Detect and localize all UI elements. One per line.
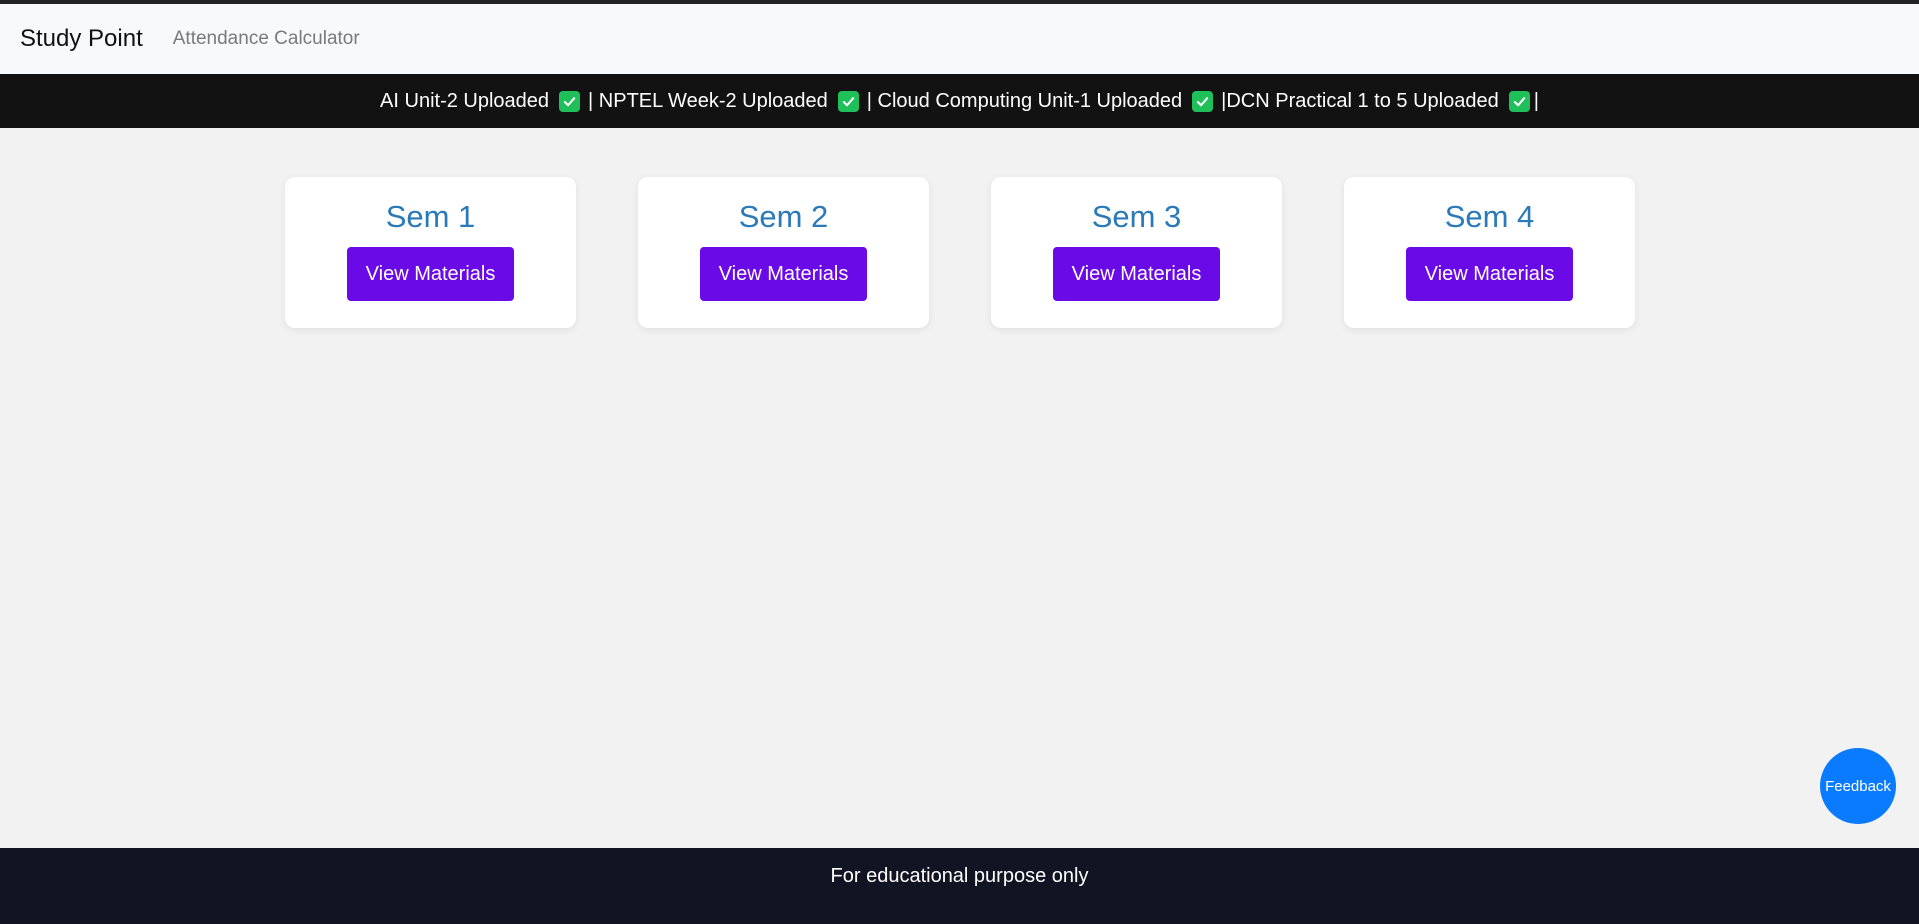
ticker-item-text: | Cloud Computing Unit-1 Uploaded — [866, 89, 1183, 112]
semester-title: Sem 3 — [1091, 199, 1182, 234]
semester-title: Sem 2 — [738, 199, 829, 234]
ticker-item: | NPTEL Week-2 Uploaded — [588, 90, 859, 113]
footer: For educational purpose only — [0, 848, 1919, 924]
check-icon — [1192, 90, 1214, 112]
check-icon — [837, 90, 859, 112]
ticker-item: |DCN Practical 1 to 5 Uploaded — [1221, 90, 1530, 113]
ticker-item: AI Unit-2 Uploaded — [380, 89, 581, 113]
ticker-trailing-separator: | — [1533, 89, 1539, 112]
view-materials-button-sem-1[interactable]: View Materials — [347, 247, 514, 301]
view-materials-button-sem-3[interactable]: View Materials — [1053, 247, 1220, 301]
footer-text: For educational purpose only — [830, 865, 1089, 887]
semester-card-2: Sem 2 View Materials — [638, 177, 929, 328]
nav-link-attendance-calculator[interactable]: Attendance Calculator — [173, 28, 360, 50]
ticker-item: | Cloud Computing Unit-1 Uploaded — [866, 89, 1214, 113]
semester-title: Sem 4 — [1444, 199, 1535, 234]
check-icon — [1508, 90, 1530, 112]
navbar: Study Point Attendance Calculator — [0, 4, 1919, 74]
semester-card-1: Sem 1 View Materials — [285, 177, 576, 328]
view-materials-button-sem-4[interactable]: View Materials — [1406, 247, 1573, 301]
ticker-item-text: AI Unit-2 Uploaded — [380, 89, 550, 112]
feedback-button[interactable]: Feedback — [1820, 748, 1896, 824]
brand-link[interactable]: Study Point — [20, 25, 143, 53]
view-materials-button-sem-2[interactable]: View Materials — [700, 247, 867, 301]
semester-card-3: Sem 3 View Materials — [991, 177, 1282, 328]
ticker-item-text: |DCN Practical 1 to 5 Uploaded — [1221, 89, 1499, 112]
semester-card-4: Sem 4 View Materials — [1344, 177, 1635, 328]
ticker-item-text: | NPTEL Week-2 Uploaded — [588, 89, 828, 112]
semester-cards: Sem 1 View Materials Sem 2 View Material… — [285, 177, 1635, 328]
check-icon — [559, 90, 581, 112]
semester-title: Sem 1 — [385, 199, 476, 234]
announcement-ticker: AI Unit-2 Uploaded | NPTEL Week-2 Upload… — [0, 74, 1919, 128]
